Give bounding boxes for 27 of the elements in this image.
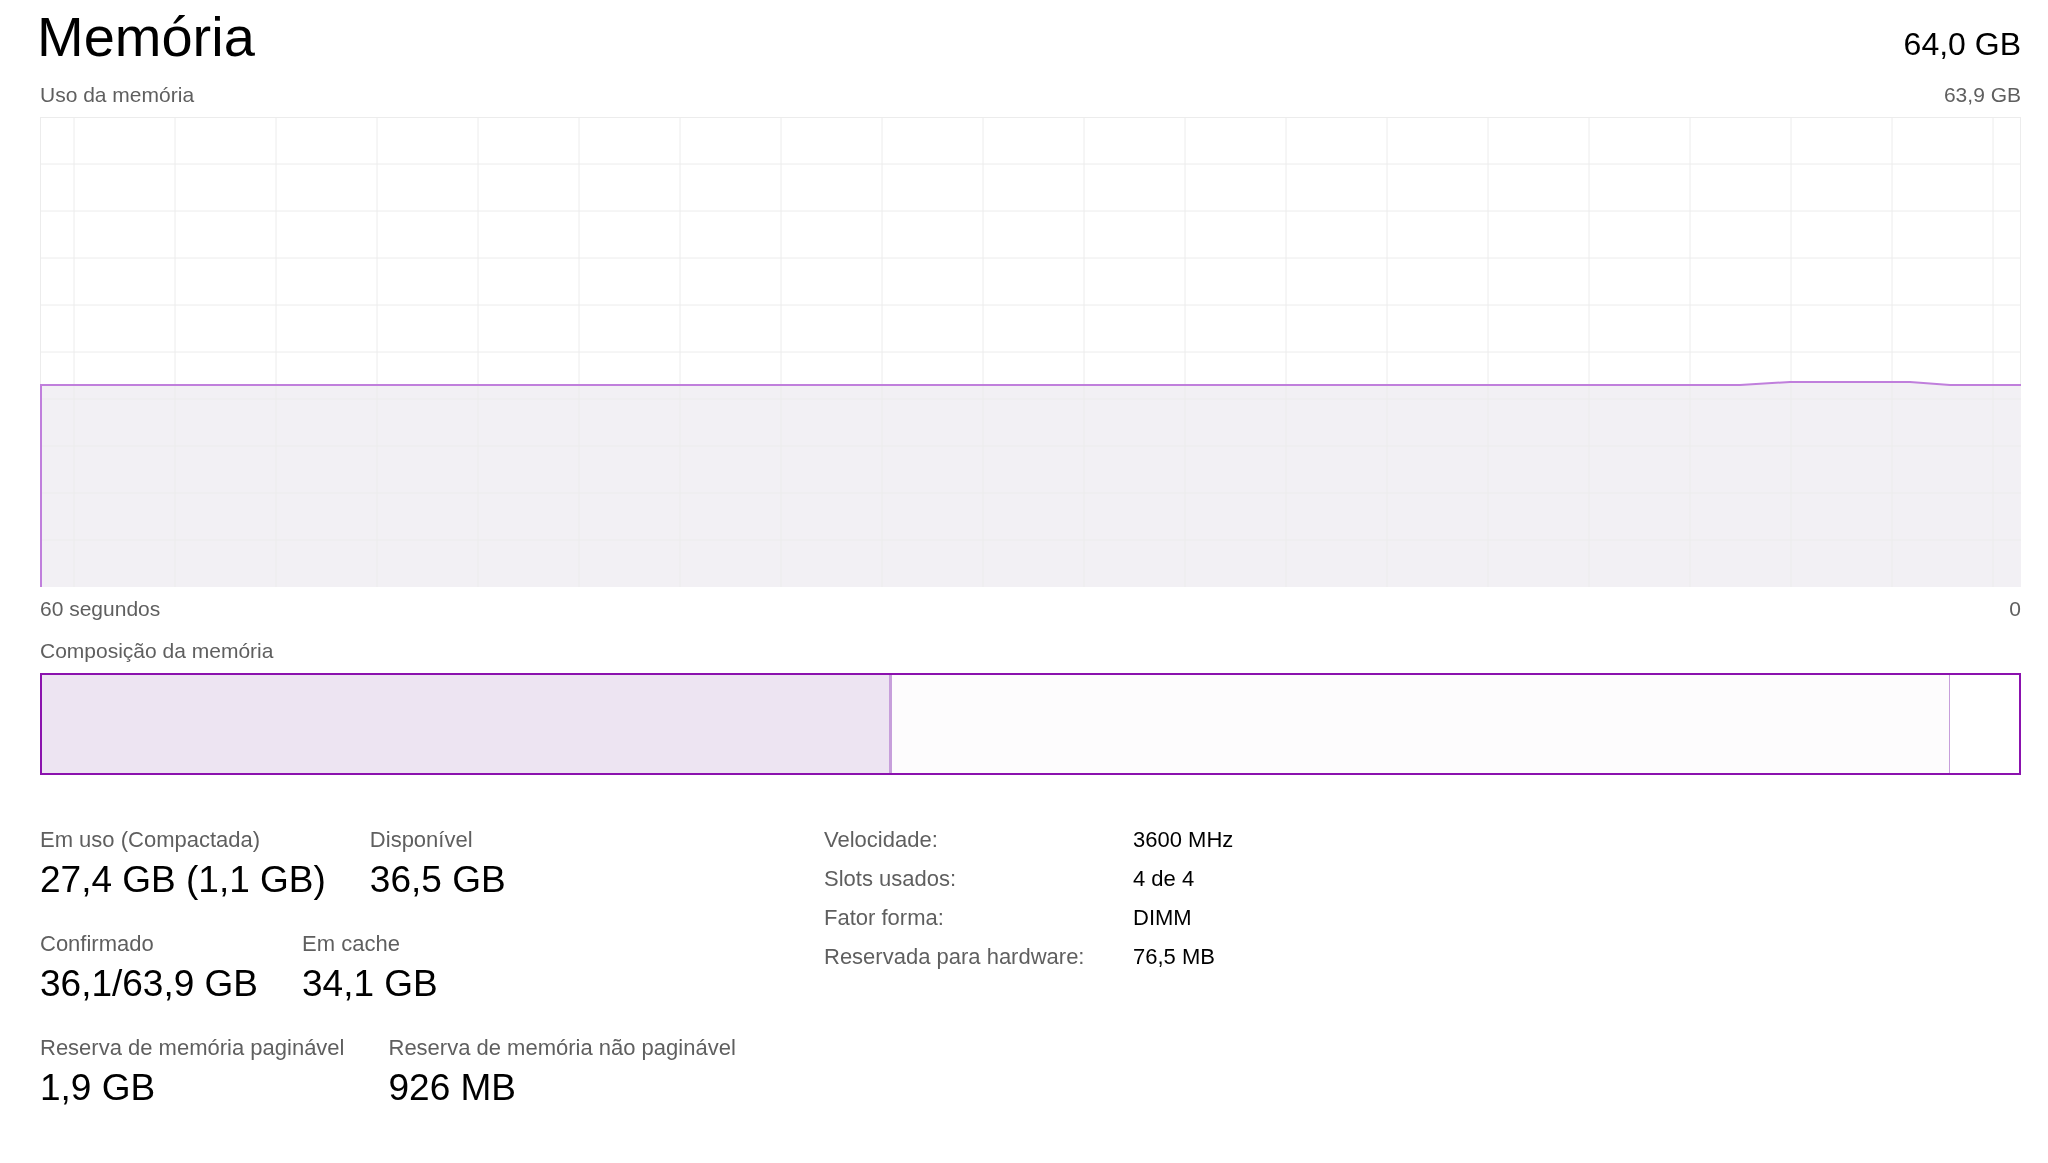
stat-value: 27,4 GB (1,1 GB)	[40, 859, 326, 901]
graph-max-label: 63,9 GB	[1943, 83, 2021, 107]
stat-value: 34,1 GB	[302, 963, 438, 1005]
stat-value: 36,5 GB	[369, 859, 506, 901]
stat-label: Em uso (Compactada)	[40, 827, 262, 853]
detail-label: Fator forma:	[824, 905, 945, 931]
time-start-label: 60 segundos	[40, 597, 161, 621]
detail-value: 76,5 MB	[1133, 944, 1216, 970]
stat-value: 1,9 GB	[40, 1067, 157, 1109]
total-memory: 64,0 GB	[1903, 26, 2021, 64]
time-end-label: 0	[2009, 597, 2021, 621]
detail-value: DIMM	[1133, 905, 1193, 931]
detail-label: Velocidade:	[824, 827, 939, 853]
detail-label: Slots usados:	[824, 866, 958, 892]
stat-label: Em cache	[302, 931, 401, 957]
stat-label: Reserva de memória paginável	[40, 1035, 345, 1061]
stat-value: 36,1/63,9 GB	[40, 963, 259, 1005]
graph-label: Uso da memória	[40, 83, 195, 107]
detail-value: 3600 MHz	[1133, 827, 1234, 853]
detail-label: Reservada para hardware:	[824, 944, 1086, 970]
detail-value: 4 de 4	[1133, 866, 1196, 892]
page-title: Memória	[37, 4, 255, 69]
stat-label: Reserva de memória não paginável	[388, 1035, 736, 1061]
stat-value: 926 MB	[388, 1067, 517, 1109]
composition-label: Composição da memória	[40, 639, 275, 663]
stat-label: Confirmado	[40, 931, 155, 957]
stat-label: Disponível	[369, 827, 474, 853]
